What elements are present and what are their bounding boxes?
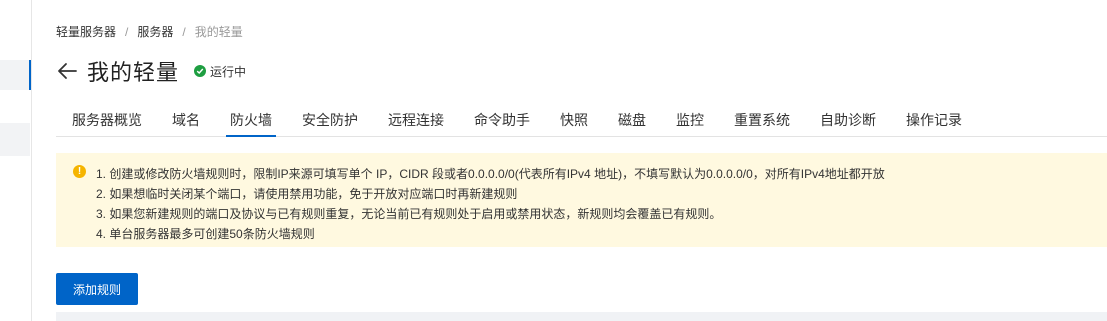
- breadcrumb-item-current: 我的轻量: [194, 25, 243, 39]
- tab-firewall[interactable]: 防火墙: [226, 101, 276, 137]
- tab-snapshot[interactable]: 快照: [560, 101, 588, 136]
- notice-line-2: 2. 如果想临时关闭某个端口，请使用禁用功能，免于开放对应端口时再新建规则: [96, 187, 518, 201]
- title-row: 我的轻量 运行中: [56, 55, 246, 87]
- breadcrumb-separator: /: [182, 24, 186, 39]
- notice-line-1: 1. 创建或修改防火墙规则时，限制IP来源可填写单个 IP，CIDR 段或者0.…: [96, 167, 885, 181]
- main-content: 轻量服务器 / 服务器 / 我的轻量 我的轻量 运行中 服务器概览 域名 防火墙…: [32, 0, 1107, 321]
- warning-icon: !: [73, 165, 86, 178]
- tab-remote-connection[interactable]: 远程连接: [388, 101, 444, 136]
- breadcrumb-item-lightweight-server[interactable]: 轻量服务器: [56, 23, 116, 40]
- sidebar-active-indicator: [29, 60, 31, 90]
- page-title: 我的轻量: [87, 60, 180, 85]
- tab-bar: 服务器概览 域名 防火墙 安全防护 远程连接 命令助手 快照 磁盘 监控 重置系…: [56, 101, 1107, 137]
- status-badge: 运行中: [194, 63, 246, 80]
- left-sidebar: [0, 0, 32, 321]
- notice-line-4: 4. 单台服务器最多可创建50条防火墙规则: [96, 227, 315, 241]
- sidebar-item-active[interactable]: [0, 60, 30, 90]
- firewall-notice: ! 1. 创建或修改防火墙规则时，限制IP来源可填写单个 IP，CIDR 段或者…: [56, 153, 1107, 247]
- tab-reset-system[interactable]: 重置系统: [734, 101, 790, 136]
- tab-command-assistant[interactable]: 命令助手: [474, 101, 530, 136]
- status-text: 运行中: [210, 64, 247, 79]
- tab-security-protection[interactable]: 安全防护: [302, 101, 358, 136]
- tab-domain[interactable]: 域名: [172, 101, 200, 136]
- notice-line-3: 3. 如果您新建规则的端口及协议与已有规则重复，无论当前已有规则处于启用或禁用状…: [96, 207, 722, 221]
- tab-operation-log[interactable]: 操作记录: [906, 101, 962, 136]
- tab-monitoring[interactable]: 监控: [676, 101, 704, 136]
- breadcrumb-item-servers[interactable]: 服务器: [137, 23, 173, 40]
- check-circle-icon: [194, 65, 207, 77]
- tab-server-overview[interactable]: 服务器概览: [72, 101, 142, 136]
- sidebar-item[interactable]: [0, 123, 30, 156]
- tab-disk[interactable]: 磁盘: [618, 101, 646, 136]
- breadcrumb: 轻量服务器 / 服务器 / 我的轻量: [56, 23, 243, 40]
- tab-self-diagnosis[interactable]: 自助诊断: [820, 101, 876, 136]
- notice-lines: 1. 创建或修改防火墙规则时，限制IP来源可填写单个 IP，CIDR 段或者0.…: [96, 164, 885, 244]
- breadcrumb-separator: /: [125, 24, 129, 39]
- rules-table-header: [56, 312, 1107, 321]
- add-rule-button[interactable]: 添加规则: [56, 273, 138, 305]
- back-arrow-icon[interactable]: [56, 60, 78, 82]
